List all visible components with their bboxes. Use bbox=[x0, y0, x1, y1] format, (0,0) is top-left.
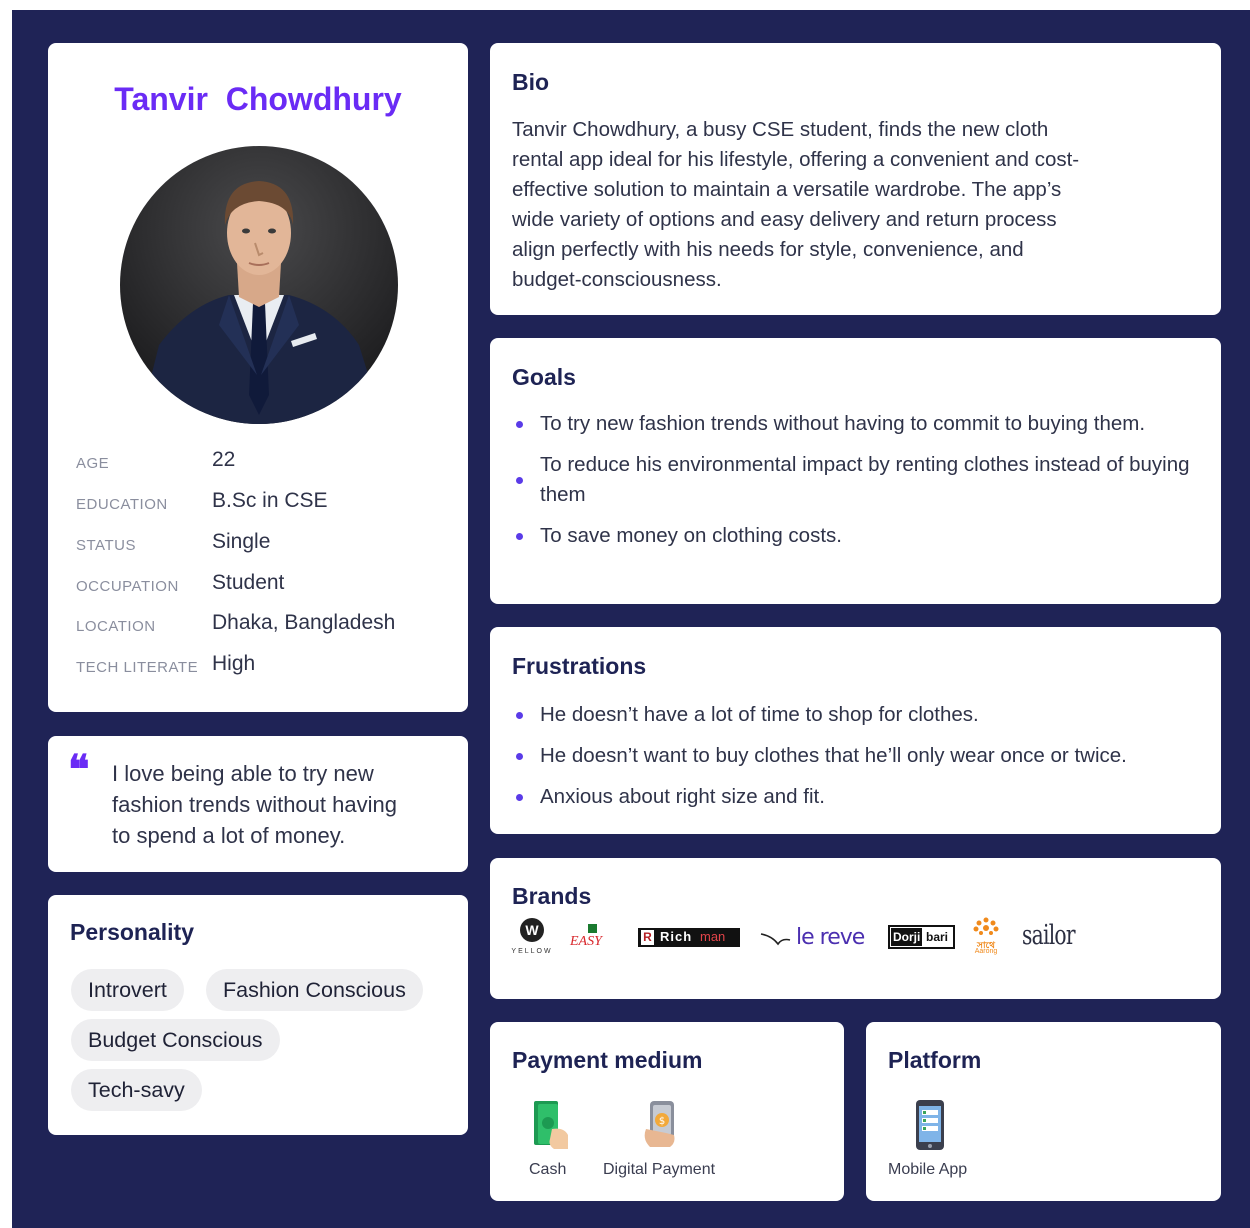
bio-line: Tanvir Chowdhury, a busy CSE student, fi… bbox=[512, 118, 1049, 141]
trait-chip: Fashion Conscious bbox=[206, 969, 423, 1011]
profile-card: Tanvir Chowdhury AGE 22 EDUCATION B.Sc i… bbox=[48, 43, 468, 712]
yellow-logo: W YELLOW bbox=[510, 918, 554, 958]
goal-item: To reduce his environmental impact by re… bbox=[512, 450, 1201, 510]
digital-payment-icon: $ bbox=[644, 1101, 675, 1147]
dorjibari-dorji: Dorji bbox=[891, 928, 923, 946]
info-row-education: EDUCATION B.Sc in CSE bbox=[76, 489, 456, 519]
platform-title: Platform bbox=[888, 1047, 982, 1073]
easy-mark-icon bbox=[588, 924, 597, 933]
goal-item: To save money on clothing costs. bbox=[512, 521, 1201, 551]
yellow-crest-icon: W bbox=[520, 918, 544, 942]
tech-literate-label: TECH LITERATE bbox=[76, 659, 199, 676]
bio-line: effective solution to maintain a versati… bbox=[512, 178, 1062, 201]
frustrations-card: Frustrations He doesn’t have a lot of ti… bbox=[490, 627, 1221, 834]
status-value: Single bbox=[212, 530, 271, 553]
dorjibari-bari: bari bbox=[926, 930, 949, 944]
quote-card: ❝ I love being able to try new fashion t… bbox=[48, 736, 468, 872]
trait-chip: Tech-savy bbox=[71, 1069, 202, 1111]
brands-title: Brands bbox=[512, 883, 592, 909]
lereve-wordmark: le reve bbox=[796, 925, 865, 950]
goals-title: Goals bbox=[512, 364, 576, 390]
aarong-logo: সাথে Aarong bbox=[968, 916, 1004, 958]
payment-title: Payment medium bbox=[512, 1047, 703, 1073]
persona-name: Tanvir Chowdhury bbox=[114, 81, 402, 117]
goals-card: Goals To try new fashion trends without … bbox=[490, 338, 1221, 604]
quote-line: fashion trends without having bbox=[112, 792, 397, 817]
occupation-label: OCCUPATION bbox=[76, 578, 179, 595]
richman-man: man bbox=[700, 929, 726, 944]
goal-item: To try new fashion trends without having… bbox=[512, 409, 1201, 439]
info-row-occupation: OCCUPATION Student bbox=[76, 571, 456, 601]
location-value: Dhaka, Bangladesh bbox=[212, 611, 396, 634]
info-row-location: LOCATION Dhaka, Bangladesh bbox=[76, 611, 456, 641]
frustrations-title: Frustrations bbox=[512, 653, 647, 679]
digital-payment-label: Digital Payment bbox=[603, 1161, 716, 1178]
aarong-wordmark: Aarong bbox=[974, 948, 998, 955]
frustration-item: He doesn’t want to buy clothes that he’l… bbox=[512, 741, 1201, 771]
sailor-logo: sailor bbox=[1022, 920, 1082, 952]
richman-mark: R bbox=[641, 930, 654, 945]
status-label: STATUS bbox=[76, 537, 136, 554]
cash-icon bbox=[534, 1101, 568, 1149]
quote-line: I love being able to try new bbox=[112, 761, 374, 786]
easy-wordmark: EASY bbox=[570, 934, 602, 949]
occupation-value: Student bbox=[212, 571, 285, 594]
personality-title: Personality bbox=[70, 919, 194, 945]
tech-literate-value: High bbox=[212, 652, 256, 675]
education-label: EDUCATION bbox=[76, 496, 168, 513]
frustration-item: He doesn’t have a lot of time to shop fo… bbox=[512, 700, 1201, 730]
age-label: AGE bbox=[76, 455, 110, 472]
trait-chip: Budget Conscious bbox=[71, 1019, 280, 1061]
bio-card: Bio Tanvir Chowdhury, a busy CSE student… bbox=[490, 43, 1221, 315]
richman-rich: Rich bbox=[660, 929, 693, 944]
quote-line: to spend a lot of money. bbox=[112, 823, 346, 848]
dorjibari-logo: Dorji bari bbox=[888, 925, 955, 949]
avatar bbox=[120, 146, 398, 424]
sailor-wordmark: sailor bbox=[1022, 920, 1076, 951]
quote-icon: ❝ bbox=[68, 748, 90, 792]
personality-card: Personality Introvert Fashion Conscious … bbox=[48, 895, 468, 1135]
richman-logo: R Rich man bbox=[638, 928, 740, 947]
bio-line: budget-consciousness. bbox=[512, 268, 722, 291]
location-label: LOCATION bbox=[76, 618, 156, 635]
bio-line: wide variety of options and easy deliver… bbox=[512, 208, 1057, 231]
bio-title: Bio bbox=[512, 69, 550, 95]
info-row-status: STATUS Single bbox=[76, 530, 456, 560]
aarong-peacock-icon bbox=[973, 917, 999, 935]
platform-card: Platform Mobile App bbox=[866, 1022, 1221, 1201]
lereve-logo: le reve bbox=[760, 924, 875, 952]
payment-card: Payment medium Cash $ Digital Payment bbox=[490, 1022, 844, 1201]
lereve-swoosh-icon bbox=[760, 933, 791, 946]
brands-card: Brands W YELLOW EASY R Rich man le reve … bbox=[490, 858, 1221, 999]
info-row-tech-literate: TECH LITERATE High bbox=[76, 652, 456, 682]
bio-line: align perfectly with his needs for style… bbox=[512, 238, 1024, 261]
frustration-item: Anxious about right size and fit. bbox=[512, 782, 1201, 812]
cash-label: Cash bbox=[529, 1161, 567, 1178]
mobile-app-icon bbox=[916, 1100, 944, 1150]
svg-text:$: $ bbox=[659, 1116, 665, 1127]
education-value: B.Sc in CSE bbox=[212, 489, 328, 512]
easy-logo: EASY bbox=[570, 924, 620, 954]
info-row-age: AGE 22 bbox=[76, 448, 456, 478]
yellow-wordmark: YELLOW bbox=[511, 948, 553, 955]
age-value: 22 bbox=[212, 448, 236, 471]
bio-line: rental app ideal for his lifestyle, offe… bbox=[512, 148, 1080, 171]
mobile-app-label: Mobile App bbox=[888, 1161, 968, 1178]
trait-chip: Introvert bbox=[71, 969, 184, 1011]
